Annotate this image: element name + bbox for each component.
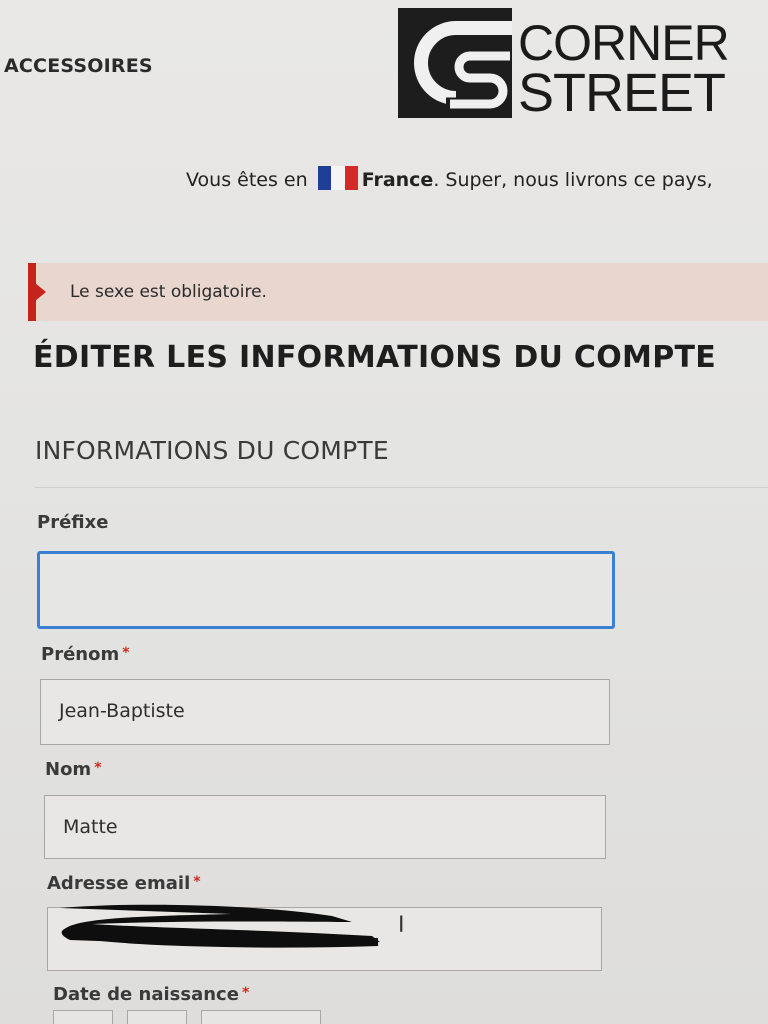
error-arrow-icon — [35, 283, 46, 301]
country-name[interactable]: France — [362, 169, 434, 191]
last-name-label-text: Nom — [45, 759, 92, 780]
country-prefix: Vous êtes en — [186, 169, 308, 191]
corner-street-logo[interactable]: CORNER STREET — [398, 8, 768, 120]
email-required-mark: * — [193, 874, 201, 890]
error-message-box: Le sexe est obligatoire. — [28, 263, 768, 321]
section-divider — [35, 487, 768, 488]
country-suffix: . Super, nous livrons ce pays, — [433, 169, 713, 191]
account-edit-page: ACCESSOIRES CORNER STREET Vous êtes en F… — [0, 0, 768, 1024]
prefix-input[interactable] — [37, 551, 615, 629]
page-title: ÉDITER LES INFORMATIONS DU COMPTE — [33, 340, 717, 375]
birth-date-label-text: Date de naissance — [53, 984, 239, 1005]
birth-day-input[interactable] — [53, 1010, 113, 1024]
country-shipping-bar: Vous êtes en France. Super, nous livrons… — [186, 166, 713, 191]
last-name-input[interactable]: Matte — [44, 795, 606, 859]
section-title: INFORMATIONS DU COMPTE — [35, 436, 389, 465]
email-label: Adresse email * — [47, 873, 201, 894]
birth-date-required-mark: * — [241, 985, 250, 1001]
redaction-scribble — [60, 904, 380, 948]
logo-text-street: STREET — [518, 63, 726, 123]
prefix-label-text: Préfixe — [37, 512, 109, 533]
last-name-label: Nom * — [45, 759, 102, 780]
logo-text-corner: CORNER — [518, 15, 730, 71]
first-name-required-mark: * — [122, 645, 130, 661]
last-name-required-mark: * — [94, 760, 102, 776]
nav-link-accessories[interactable]: ACCESSOIRES — [4, 55, 153, 77]
text-cursor-icon: Ι — [398, 913, 405, 938]
first-name-label-text: Prénom — [41, 644, 120, 665]
email-label-text: Adresse email — [47, 873, 191, 894]
birth-year-input[interactable] — [201, 1010, 321, 1024]
prefix-label: Préfixe — [37, 512, 108, 533]
birth-month-input[interactable] — [127, 1010, 187, 1024]
france-flag-icon — [317, 166, 358, 190]
cs-logo-mark-icon — [398, 8, 512, 118]
error-message-text: Le sexe est obligatoire. — [70, 282, 267, 302]
first-name-label: Prénom * — [41, 644, 130, 665]
birth-date-label: Date de naissance * — [53, 984, 249, 1005]
first-name-input[interactable]: Jean-Baptiste — [40, 679, 610, 745]
